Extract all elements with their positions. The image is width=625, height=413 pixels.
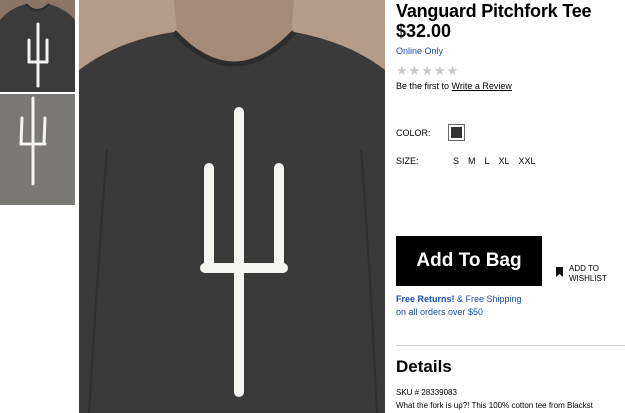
review-prompt-text: Be the first to bbox=[396, 81, 452, 91]
size-option-m[interactable]: M bbox=[468, 156, 476, 166]
product-main-image bbox=[79, 0, 385, 413]
star-icon: ★ bbox=[408, 63, 421, 78]
size-options: S M L XL XXL bbox=[453, 156, 536, 166]
size-option-s[interactable]: S bbox=[453, 156, 459, 166]
thumbnail-front[interactable] bbox=[0, 0, 75, 92]
promo-line-2: on all orders over $50 bbox=[396, 307, 484, 317]
star-rating: ★ ★ ★ ★ ★ bbox=[396, 64, 458, 77]
size-label: SIZE: bbox=[396, 156, 419, 166]
star-icon: ★ bbox=[446, 63, 459, 78]
star-icon: ★ bbox=[421, 63, 433, 78]
model-wearing-tee bbox=[79, 0, 385, 413]
wishlist-label: ADD TO WISHLIST bbox=[569, 264, 607, 283]
write-review-link[interactable]: Write a Review bbox=[452, 81, 512, 91]
star-icon: ★ bbox=[433, 63, 446, 78]
add-to-bag-button[interactable]: Add To Bag bbox=[396, 236, 542, 286]
shipping-promo[interactable]: Free Returns! & Free Shipping on all ord… bbox=[396, 293, 522, 319]
thumbnail-detail-image bbox=[0, 94, 75, 205]
availability-label: Online Only bbox=[396, 46, 444, 56]
star-icon: ★ bbox=[396, 63, 408, 78]
free-shipping-label: & Free Shipping bbox=[454, 294, 522, 304]
product-price: $32.00 bbox=[396, 21, 452, 41]
color-swatch[interactable] bbox=[448, 124, 465, 141]
thumbnail-front-image bbox=[0, 0, 75, 92]
color-swatch-fill bbox=[451, 127, 462, 138]
section-divider bbox=[396, 345, 625, 346]
product-description: What the fork is up?! This 100% cotton t… bbox=[396, 401, 593, 410]
add-to-wishlist-link[interactable]: ADD TO WISHLIST bbox=[556, 264, 621, 284]
sku-number: SKU # 28339083 bbox=[396, 388, 457, 397]
thumbnail-detail[interactable] bbox=[0, 94, 75, 205]
review-prompt: Be the first to Write a Review bbox=[396, 81, 512, 91]
free-returns-label: Free Returns! bbox=[396, 294, 455, 304]
size-option-l[interactable]: L bbox=[485, 156, 490, 166]
size-option-xl[interactable]: XL bbox=[499, 156, 510, 166]
promo-line-1: Free Returns! & Free Shipping bbox=[396, 293, 522, 306]
details-heading: Details bbox=[396, 357, 452, 376]
product-title: Vanguard Pitchfork Tee bbox=[396, 1, 592, 21]
size-option-xxl[interactable]: XXL bbox=[519, 156, 536, 166]
color-label: COLOR: bbox=[396, 128, 431, 138]
bookmark-icon bbox=[556, 267, 563, 277]
